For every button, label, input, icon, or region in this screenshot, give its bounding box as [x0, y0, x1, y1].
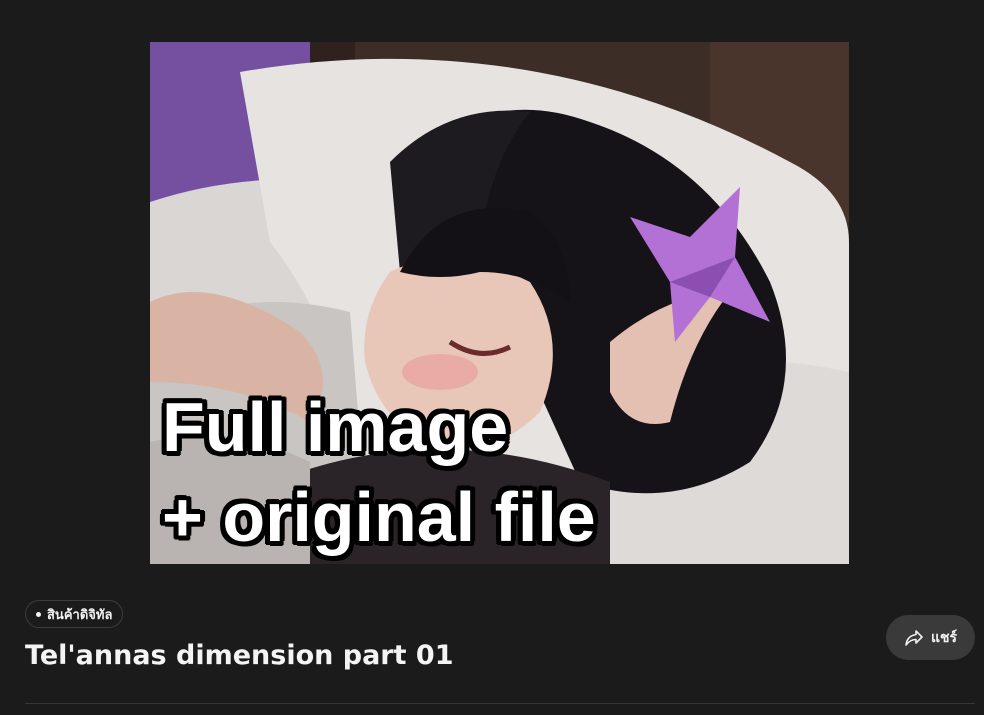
share-label: แชร์ — [930, 629, 958, 646]
share-button[interactable]: แชร์ — [886, 615, 975, 660]
product-page: Full image + original file สินค้าดิจิทัล… — [0, 0, 984, 715]
tag-label: สินค้าดิจิทัล — [47, 607, 113, 623]
tag-bullet-icon — [36, 611, 41, 617]
image-overlay-text-line-2: + original file — [162, 478, 596, 556]
product-preview-image[interactable]: Full image + original file — [150, 42, 849, 564]
share-arrow-icon — [904, 629, 924, 647]
section-divider — [25, 703, 975, 704]
product-title: Tel'annas dimension part 01 — [25, 640, 454, 671]
image-overlay-text-line-1: Full image — [162, 388, 509, 466]
product-category-tag: สินค้าดิจิทัล — [25, 600, 124, 628]
